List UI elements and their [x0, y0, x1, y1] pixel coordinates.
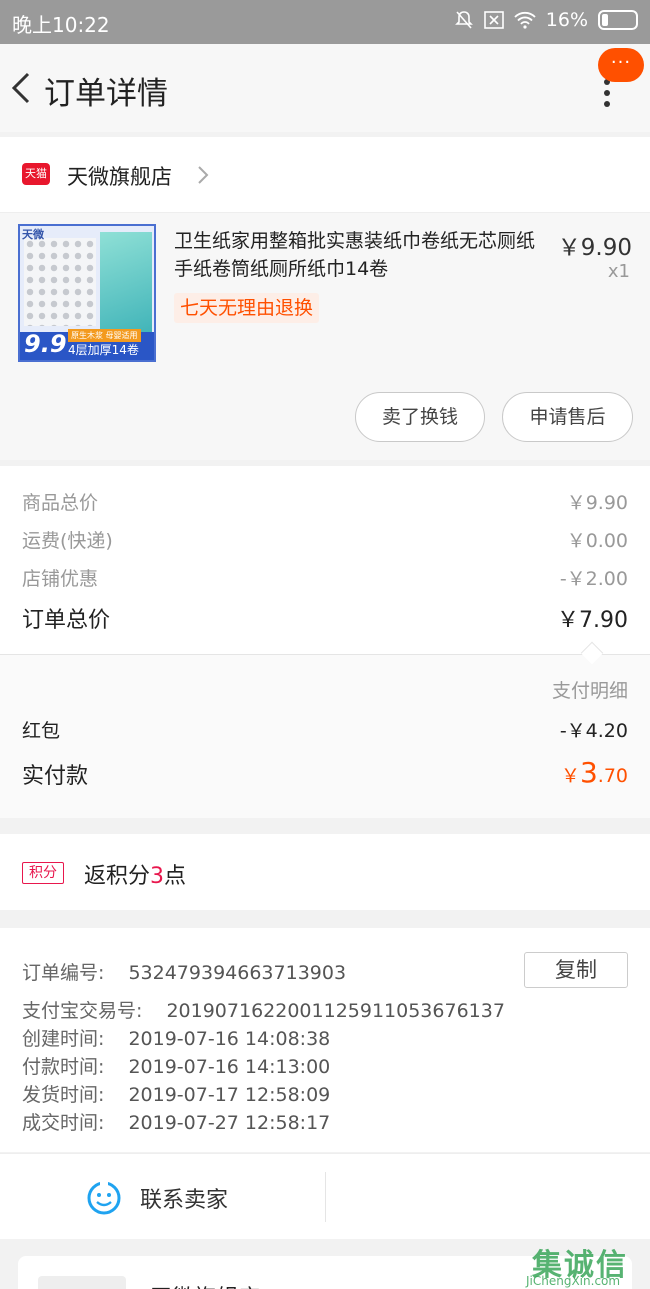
tmall-badge: 天猫: [22, 163, 50, 185]
image-brand-text: 天微: [22, 228, 44, 241]
paid-amount: ￥3.70: [561, 756, 628, 789]
completed-label: 成交时间:: [22, 1112, 105, 1134]
watermark-en: JiChengXin.com: [526, 1274, 621, 1288]
summary-label: 商品总价: [22, 492, 99, 514]
wifi-icon: [514, 11, 536, 29]
sim-icon: [483, 11, 504, 29]
points-prefix: 返积分: [84, 864, 151, 889]
points-row: 积分 返积分3点: [0, 834, 650, 910]
product-price: ￥9.90: [557, 235, 632, 261]
paid-time: 2019-07-16 14:13:00: [128, 1056, 331, 1078]
status-icons: 16%: [454, 9, 638, 31]
order-number: 532479394663713903: [128, 962, 347, 984]
price-summary: 商品总价 ￥9.90 运费(快递) ￥0.00 店铺优惠 -￥2.00 订单总价…: [0, 466, 650, 818]
summary-value: ￥9.90: [566, 492, 628, 514]
page-title: 订单详情: [44, 76, 168, 112]
order-number-line: 订单编号: 532479394663713903: [22, 958, 346, 985]
order-number-label: 订单编号:: [22, 962, 105, 984]
message-bubble-icon[interactable]: ···: [598, 48, 644, 82]
red-packet-label: 红包: [22, 720, 61, 742]
store-thumbnail: [38, 1276, 126, 1289]
order-total-row: 订单总价 ￥7.90: [22, 602, 628, 634]
packaging-graphic: [100, 232, 152, 336]
store-row[interactable]: 天猫 天微旗舰店: [0, 137, 650, 213]
red-packet-row: 红包 -￥4.20: [22, 716, 628, 743]
paid-time-label: 付款时间:: [22, 1056, 105, 1078]
back-arrow-icon[interactable]: [6, 66, 36, 110]
paid-label: 实付款: [22, 764, 89, 789]
shipped-time: 2019-07-17 12:58:09: [128, 1084, 331, 1106]
created-line: 创建时间: 2019-07-16 14:08:38: [22, 1024, 330, 1051]
product-quantity: x1: [607, 261, 630, 282]
toilet-paper-rolls-graphic: [24, 238, 96, 326]
mute-icon: [454, 11, 473, 29]
image-price-text: 9.9: [24, 330, 67, 358]
paid-currency: ￥: [560, 765, 580, 787]
divider: [325, 1172, 326, 1222]
summary-row: 运费(快递) ￥0.00: [22, 526, 628, 553]
points-number: 3: [150, 864, 165, 889]
paid-decimal: .70: [597, 765, 628, 787]
battery-icon: [598, 10, 638, 30]
created-label: 创建时间:: [22, 1028, 105, 1050]
return-policy-tag: 七天无理由退换: [174, 293, 320, 323]
points-text: 返积分3点: [84, 858, 186, 890]
points-suffix: 点: [164, 864, 187, 889]
status-time: 晚上10:22: [12, 13, 110, 37]
product-title[interactable]: 卫生纸家用整箱批实惠装纸巾卷纸无芯厕纸手纸卷筒纸厕所纸巾14卷: [174, 227, 546, 283]
summary-value: -￥2.00: [559, 568, 628, 590]
divider: [0, 654, 650, 655]
smile-chat-icon[interactable]: [86, 1180, 122, 1216]
status-bar: 晚上10:22 16%: [0, 0, 650, 44]
contact-bar: 联系卖家: [0, 1153, 650, 1239]
after-sale-button[interactable]: 申请售后: [502, 392, 633, 442]
completed-time: 2019-07-27 12:58:17: [128, 1112, 331, 1134]
shipped-label: 发货时间:: [22, 1084, 105, 1106]
nav-header: 订单详情: [0, 44, 650, 132]
sell-button[interactable]: 卖了换钱: [355, 392, 485, 442]
shipped-line: 发货时间: 2019-07-17 12:58:09: [22, 1080, 330, 1107]
order-info: 订单编号: 532479394663713903 复制 支付宝交易号: 2019…: [0, 928, 650, 1152]
order-total-label: 订单总价: [22, 608, 111, 633]
recommend-store-name: 天微旗舰店: [150, 1280, 260, 1289]
paid-line: 付款时间: 2019-07-16 14:13:00: [22, 1052, 330, 1079]
paid-integer: 3: [579, 756, 598, 789]
contact-seller-button[interactable]: 联系卖家: [140, 1182, 228, 1214]
summary-label: 运费(快递): [22, 530, 113, 552]
summary-row: 店铺优惠 -￥2.00: [22, 564, 628, 591]
alipay-label: 支付宝交易号:: [22, 1000, 143, 1022]
summary-label: 店铺优惠: [22, 568, 99, 590]
image-tag-bottom: 4层加厚14卷: [68, 343, 139, 357]
summary-row: 商品总价 ￥9.90: [22, 488, 628, 515]
points-badge: 积分: [22, 862, 64, 884]
alipay-number: 2019071622001125911053676137: [166, 1000, 505, 1022]
completed-line: 成交时间: 2019-07-27 12:58:17: [22, 1108, 330, 1135]
store-name: 天微旗舰店: [67, 165, 172, 189]
payment-detail-label: 支付明细: [551, 680, 628, 702]
product-item: 天微 9.9 原生木浆 母婴适用 4层加厚14卷 卫生纸家用整箱批实惠装纸巾卷纸…: [0, 213, 650, 460]
order-total-value: ￥7.90: [557, 608, 628, 633]
product-image[interactable]: 天微 9.9 原生木浆 母婴适用 4层加厚14卷: [18, 224, 156, 362]
created-time: 2019-07-16 14:08:38: [128, 1028, 331, 1050]
alipay-line: 支付宝交易号: 2019071622001125911053676137: [22, 996, 505, 1023]
watermark-logo: 集诚信 JiChengXin.com: [526, 1240, 648, 1288]
chevron-right-icon: [198, 166, 209, 184]
copy-button[interactable]: 复制: [524, 952, 628, 988]
summary-value: ￥0.00: [566, 530, 628, 552]
red-packet-value: -￥4.20: [559, 720, 628, 742]
paid-row: 实付款: [22, 758, 628, 790]
battery-percent: 16%: [545, 9, 588, 31]
